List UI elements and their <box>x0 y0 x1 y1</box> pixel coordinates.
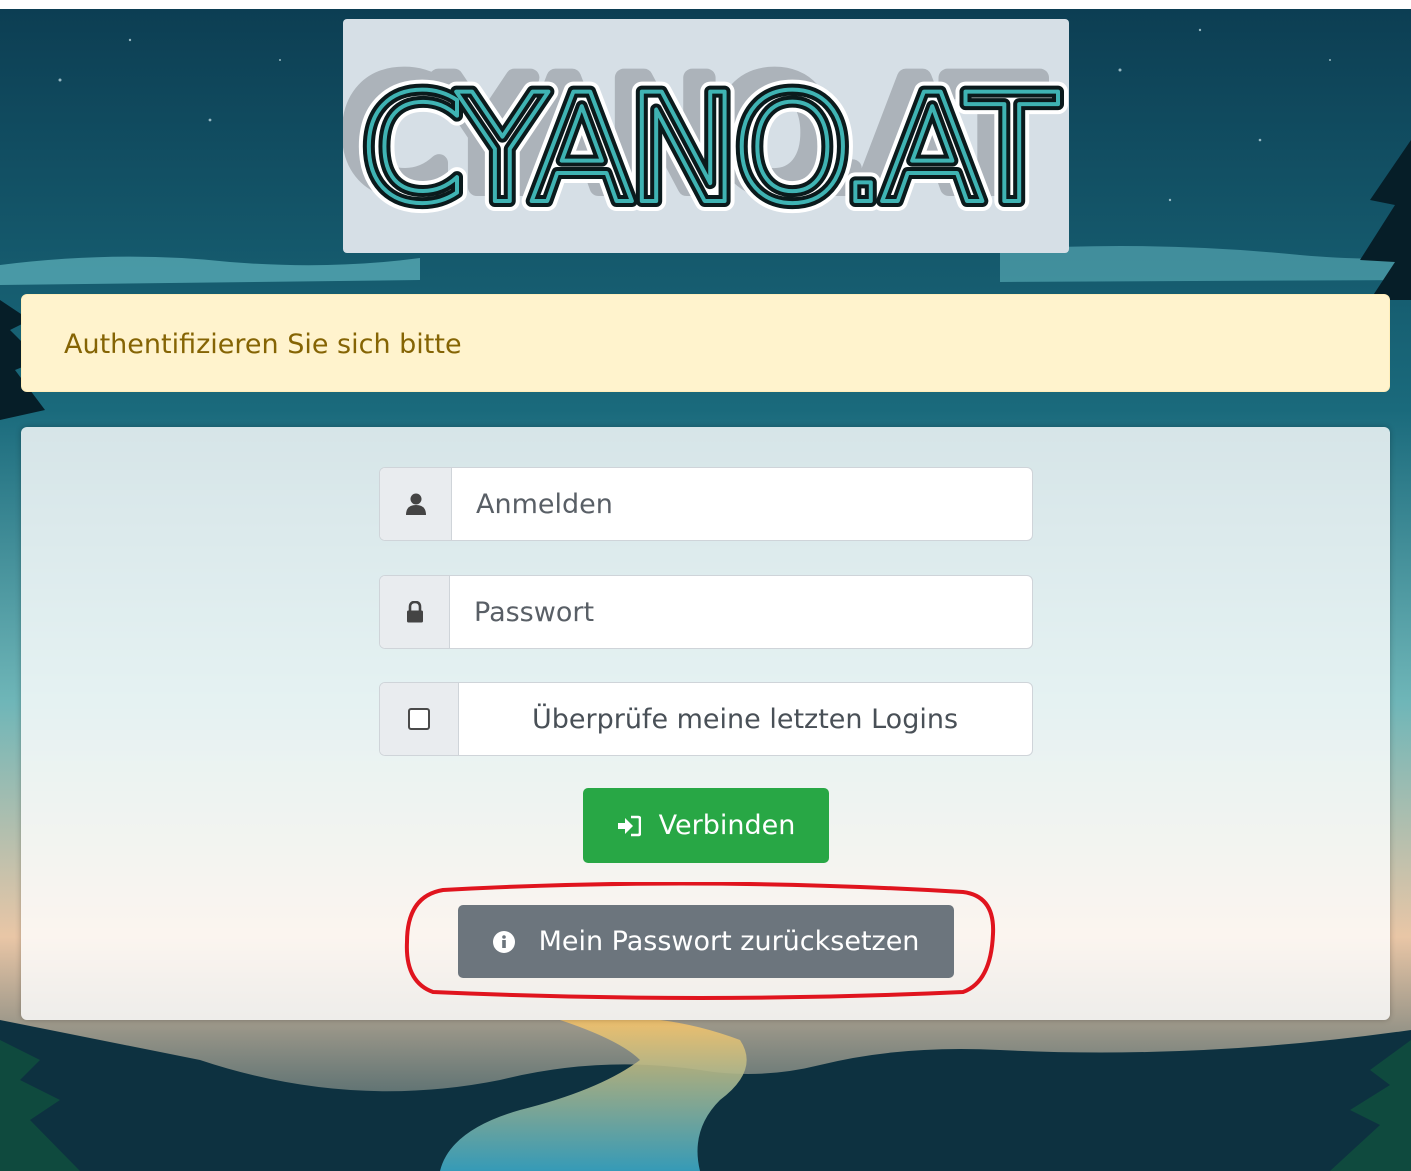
username-addon <box>380 468 452 540</box>
remember-addon <box>380 683 459 755</box>
alert-message: Authentifizieren Sie sich bitte <box>64 329 462 360</box>
remember-group: Überprüfe meine letzten Logins <box>379 682 1033 756</box>
password-group <box>379 575 1033 649</box>
username-group <box>379 467 1033 541</box>
logo: CYANO.AT CYANO.AT CYANO.AT CYANO.AT <box>333 40 1075 247</box>
info-circle-icon <box>492 930 515 953</box>
logo-container: CYANO.AT CYANO.AT CYANO.AT CYANO.AT <box>333 19 1075 253</box>
connect-button[interactable]: Verbinden <box>583 788 829 863</box>
user-icon <box>405 493 426 515</box>
remember-label: Überprüfe meine letzten Logins <box>531 703 959 735</box>
reset-password-button[interactable]: Mein Passwort zurücksetzen <box>458 905 954 978</box>
connect-button-label: Verbinden <box>658 810 796 841</box>
logo-text: CYANO.AT <box>360 63 1059 237</box>
username-input[interactable] <box>451 468 1032 540</box>
lock-icon <box>406 601 423 623</box>
top-cropped-strip <box>0 0 1411 9</box>
password-input[interactable] <box>449 576 1032 648</box>
auth-alert: Authentifizieren Sie sich bitte <box>21 294 1390 392</box>
remember-checkbox[interactable] <box>408 708 430 730</box>
password-addon <box>380 576 450 648</box>
reset-password-label: Mein Passwort zurücksetzen <box>538 926 920 957</box>
sign-in-icon <box>617 815 641 836</box>
